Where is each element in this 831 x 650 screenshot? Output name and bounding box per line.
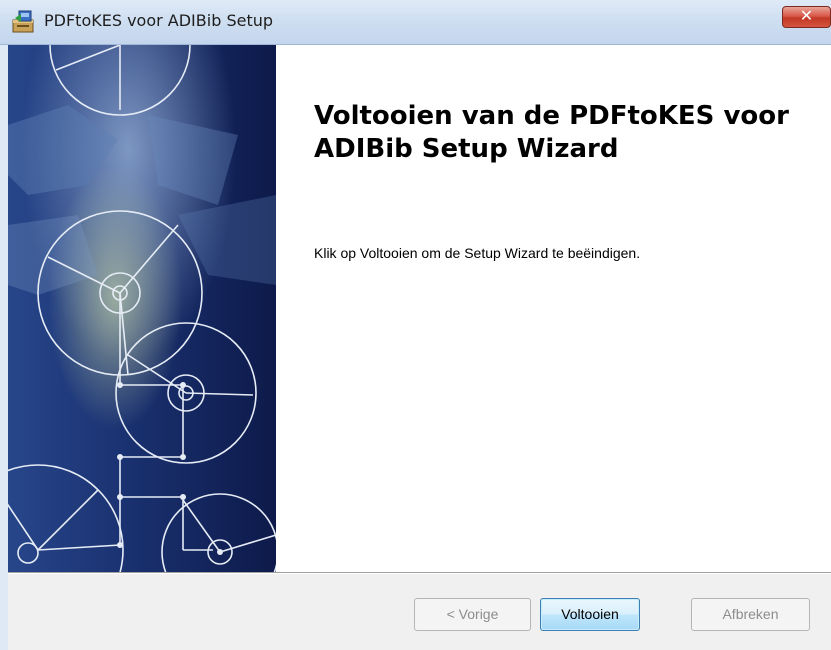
cancel-button[interactable]: Afbreken — [691, 598, 810, 631]
title-bar[interactable]: PDFtoKES voor ADIBib Setup ✕ — [0, 0, 831, 45]
back-button[interactable]: < Vorige — [414, 598, 531, 631]
setup-window: PDFtoKES voor ADIBib Setup ✕ Voltooien v… — [0, 0, 831, 650]
wizard-heading: Voltooien van de PDFtoKES voor ADIBib Se… — [314, 101, 789, 164]
installer-package-icon — [12, 10, 34, 33]
content-area: Voltooien van de PDFtoKES voor ADIBib Se… — [8, 45, 831, 572]
close-button[interactable]: ✕ — [782, 6, 831, 28]
close-icon: ✕ — [799, 6, 814, 25]
window-title: PDFtoKES voor ADIBib Setup — [44, 11, 274, 30]
wizard-banner-image — [8, 45, 276, 572]
finish-button[interactable]: Voltooien — [540, 598, 640, 631]
wizard-description: Klik op Voltooien om de Setup Wizard te … — [314, 245, 641, 261]
